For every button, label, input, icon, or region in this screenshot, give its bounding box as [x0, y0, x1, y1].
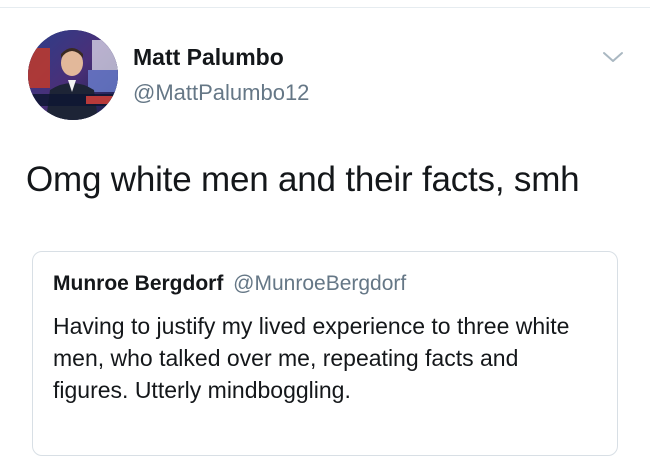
tweet-text: Omg white men and their facts, smh: [26, 160, 580, 199]
quoted-tweet-header: Munroe Bergdorf @MunroeBergdorf: [53, 272, 406, 296]
quoted-tweet-text: Having to justify my lived experience to…: [53, 313, 570, 403]
quoted-author-handle: @MunroeBergdorf: [233, 272, 407, 295]
avatar-image: [28, 30, 118, 120]
top-divider: [0, 7, 650, 8]
quoted-tweet-card[interactable]: Munroe Bergdorf @MunroeBergdorf Having t…: [32, 251, 618, 456]
chevron-down-icon[interactable]: [602, 50, 624, 64]
author-handle[interactable]: @MattPalumbo12: [133, 80, 309, 106]
author-name[interactable]: Matt Palumbo: [133, 44, 284, 71]
quoted-author-name: Munroe Bergdorf: [53, 272, 224, 295]
avatar[interactable]: [28, 30, 118, 120]
